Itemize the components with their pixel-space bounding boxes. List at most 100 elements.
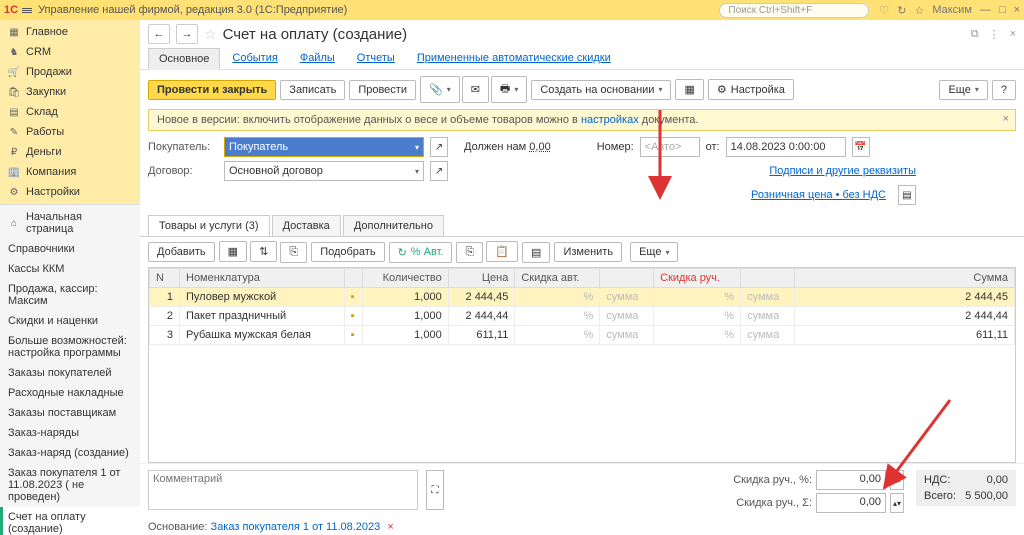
number-input[interactable]: <Авто>: [640, 137, 700, 157]
sidebar-section-2[interactable]: 🛒Продажи: [0, 62, 140, 82]
basis-link[interactable]: Заказ покупателя 1 от 11.08.2023: [211, 521, 381, 533]
sidebar-section-7[interactable]: 🏢Компания: [0, 162, 140, 182]
doc-tab[interactable]: Отчеты: [347, 48, 405, 69]
sidebar-item[interactable]: Больше возможностей: настройка программы: [0, 331, 140, 363]
items-grid[interactable]: NНоменклатура КоличествоЦенаСкидка авт. Ск…: [148, 267, 1016, 463]
sidebar-section-5[interactable]: ✎Работы: [0, 122, 140, 142]
global-search[interactable]: Поиск Ctrl+Shift+F: [719, 3, 869, 18]
contract-open-button[interactable]: ↗: [430, 161, 448, 181]
settings-button[interactable]: ⚙ Настройка: [708, 79, 794, 100]
grid-row[interactable]: 3Рубашка мужская белая▪1,000611,11%сумма…: [150, 326, 1015, 345]
date-input[interactable]: 14.08.2023 0:00:00: [726, 137, 846, 157]
save-button[interactable]: Записать: [280, 80, 345, 100]
sidebar-item[interactable]: Заказ-наряды: [0, 423, 140, 443]
grid-col-header[interactable]: Скидка авт.: [515, 269, 600, 288]
doc-tab[interactable]: Основное: [148, 48, 220, 70]
grid-row[interactable]: 1Пуловер мужской▪1,0002 444,45%сумма%сум…: [150, 288, 1015, 307]
forward-button[interactable]: →: [176, 24, 198, 44]
menu-icon[interactable]: [22, 8, 32, 13]
sidebar-item[interactable]: Заказ покупателя 1 от 11.08.2023 ( не пр…: [0, 463, 140, 507]
close-icon[interactable]: ×: [1014, 4, 1020, 16]
history-icon[interactable]: ↻: [897, 4, 906, 17]
sidebar-item[interactable]: Расходные накладные: [0, 383, 140, 403]
detach-icon[interactable]: ⧉: [971, 28, 979, 41]
sidebar-item[interactable]: Скидки и наценки: [0, 311, 140, 331]
grid-col-header[interactable]: [600, 269, 654, 288]
sub-tab[interactable]: Дополнительно: [343, 215, 444, 236]
post-button[interactable]: Провести: [349, 80, 416, 100]
print-button[interactable]: 🖶▾: [491, 76, 527, 103]
grid-col-header[interactable]: Цена: [448, 269, 515, 288]
disc-pct-spinner[interactable]: ▴▾: [890, 470, 904, 490]
comment-expand-icon[interactable]: ⛶: [426, 470, 444, 510]
toolbar-icon-1[interactable]: 📎▾: [420, 76, 460, 103]
user-name[interactable]: Максим: [932, 4, 972, 16]
grid-col-header[interactable]: N: [150, 269, 180, 288]
edit-button[interactable]: Изменить: [554, 242, 622, 262]
grid-col-header[interactable]: Количество: [362, 269, 448, 288]
disc-sum-input[interactable]: 0,00: [816, 493, 886, 513]
sidebar-item[interactable]: Справочники: [0, 239, 140, 259]
sidebar-section-8[interactable]: ⚙Настройки: [0, 182, 140, 202]
sidebar-item[interactable]: Заказы поставщикам: [0, 403, 140, 423]
help-button[interactable]: ?: [992, 80, 1016, 100]
price-type-link[interactable]: Розничная цена • без НДС: [751, 189, 886, 201]
contract-input[interactable]: Основной договор▾: [224, 161, 424, 181]
sub-tab[interactable]: Доставка: [272, 215, 341, 236]
price-type-button[interactable]: ▤: [898, 185, 916, 205]
disc-pct-input[interactable]: 0,00: [816, 470, 886, 490]
toolbar-icon-3[interactable]: ▦: [675, 79, 703, 100]
auto-discount-button[interactable]: ↻ % Авт.: [389, 242, 453, 263]
doc-tab[interactable]: Примененные автоматические скидки: [407, 48, 621, 69]
back-button[interactable]: ←: [148, 24, 170, 44]
more-button[interactable]: Еще▾: [939, 80, 987, 100]
pick-button[interactable]: Подобрать: [311, 242, 384, 262]
sidebar-section-4[interactable]: ▤Склад: [0, 102, 140, 122]
grid-col-header[interactable]: Номенклатура: [180, 269, 345, 288]
comment-input[interactable]: [148, 470, 418, 510]
grid-icon-3[interactable]: ⎘: [280, 242, 307, 263]
sidebar-item[interactable]: Кассы ККМ: [0, 259, 140, 279]
doc-tab[interactable]: Файлы: [290, 48, 345, 69]
sidebar-section-6[interactable]: ₽Деньги: [0, 142, 140, 162]
sub-tab[interactable]: Товары и услуги (3): [148, 215, 270, 236]
sidebar-section-1[interactable]: ♞CRM: [0, 42, 140, 62]
star-icon[interactable]: ☆: [914, 4, 924, 17]
sidebar-section-0[interactable]: ▦Главное: [0, 22, 140, 42]
grid-col-header[interactable]: [741, 269, 795, 288]
toolbar-icon-2[interactable]: ✉: [462, 76, 489, 103]
maximize-icon[interactable]: □: [999, 4, 1006, 16]
buyer-open-button[interactable]: ↗: [430, 137, 448, 157]
grid-col-header[interactable]: Скидка руч.: [654, 269, 741, 288]
bell-icon[interactable]: ♡: [879, 4, 889, 17]
sidebar-item[interactable]: ⌂Начальная страница: [0, 207, 140, 239]
sign-link[interactable]: Подписи и другие реквизиты: [769, 165, 916, 177]
calendar-icon[interactable]: 📅: [852, 137, 870, 157]
grid-icon-1[interactable]: ▦: [219, 241, 247, 262]
sidebar-section-3[interactable]: 🛍Закупки: [0, 82, 140, 102]
disc-sum-spinner[interactable]: ▴▾: [890, 493, 904, 513]
create-based-button[interactable]: Создать на основании▾: [531, 80, 671, 100]
copy-icon[interactable]: ⎘: [456, 242, 483, 263]
grid-row[interactable]: 2Пакет праздничный▪1,0002 444,44%сумма%с…: [150, 307, 1015, 326]
grid-more-button[interactable]: Еще▾: [630, 242, 678, 262]
doc-tab[interactable]: События: [222, 48, 287, 69]
sidebar-item[interactable]: Продажа, кассир: Максим: [0, 279, 140, 311]
sidebar-item[interactable]: Счет на оплату (создание): [0, 507, 140, 535]
basis-close-icon[interactable]: ×: [387, 521, 393, 533]
close-doc-icon[interactable]: ×: [1010, 28, 1016, 40]
more-icon[interactable]: ⋮: [989, 28, 1000, 41]
grid-col-header[interactable]: Сумма: [795, 269, 1015, 288]
post-and-close-button[interactable]: Провести и закрыть: [148, 80, 276, 100]
sidebar-item[interactable]: Заказ-наряд (создание): [0, 443, 140, 463]
paste-icon[interactable]: 📋: [486, 241, 518, 262]
grid-icon-2[interactable]: ⇅: [250, 241, 277, 262]
banner-link[interactable]: настройках: [581, 114, 639, 126]
grid-icon-4[interactable]: ▤: [522, 242, 550, 263]
minimize-icon[interactable]: —: [980, 4, 991, 16]
grid-col-header[interactable]: [344, 269, 362, 288]
add-row-button[interactable]: Добавить: [148, 242, 215, 262]
banner-close-icon[interactable]: ×: [1003, 113, 1009, 125]
buyer-input[interactable]: Покупатель▾: [224, 137, 424, 157]
favorite-icon[interactable]: ☆: [204, 26, 217, 43]
